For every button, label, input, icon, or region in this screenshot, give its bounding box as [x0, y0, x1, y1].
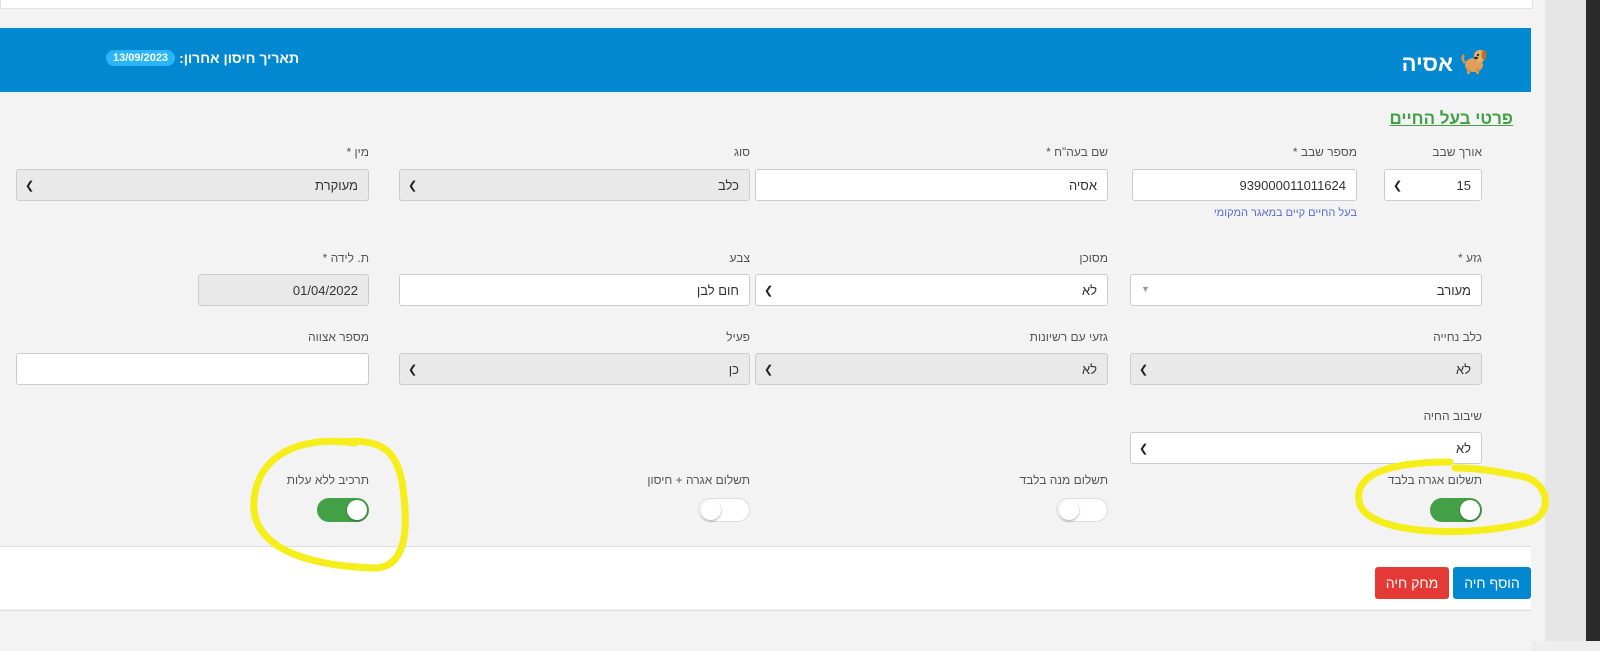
chevron-down-icon: ❯	[764, 285, 774, 297]
section-title[interactable]: פרטי בעל החיים	[1390, 109, 1513, 129]
dose-only-label: תשלום מנה בלבד	[1019, 473, 1109, 487]
chevron-down-icon: ❯	[1139, 364, 1149, 376]
fee-only-toggle[interactable]	[1430, 498, 1482, 522]
last-vaccine-label: תאריך חיסון אחרון:	[179, 50, 300, 66]
next-card	[0, 610, 1531, 651]
pet-name-input[interactable]: אסיה	[755, 169, 1108, 201]
guide-dog-select[interactable]: לא ❯	[1130, 353, 1482, 385]
chevron-down-icon: ❯	[1139, 443, 1149, 455]
color-input[interactable]: חום לבן	[399, 274, 750, 306]
breed-select[interactable]: מעורב ▼	[1130, 274, 1482, 306]
caret-down-icon: ▼	[1141, 284, 1150, 294]
scrollbar-track[interactable]	[1545, 0, 1600, 641]
no-cost-component-label: תרכיב ללא עלות	[286, 473, 369, 487]
chevron-down-icon: ❯	[1393, 180, 1403, 192]
chip-number-input[interactable]: 939000011011624	[1132, 169, 1357, 201]
birth-date-input[interactable]: 01/04/2022	[198, 274, 369, 306]
fee-and-vaccine-label: תשלום אגרה + חיסון	[647, 473, 750, 487]
chevron-down-icon: ❯	[25, 180, 35, 192]
chipping-label: שיבוב החיה	[1423, 409, 1482, 423]
last-vaccine-badge: 13/09/2023	[106, 50, 176, 66]
active-label: פעיל	[726, 330, 750, 344]
licensed-breed-select[interactable]: לא ❯	[755, 353, 1108, 385]
dog-icon	[1459, 46, 1489, 82]
add-pet-button[interactable]: הוסף חיה	[1453, 567, 1531, 599]
type-label: סוג	[733, 145, 750, 159]
dose-only-toggle[interactable]	[1056, 498, 1108, 522]
dangerous-label: מסוכן	[1079, 251, 1108, 265]
chip-number-label: מספר שבב *	[1292, 145, 1357, 159]
sex-select[interactable]: מעוקרת ❯	[16, 169, 369, 201]
chip-length-select[interactable]: 15 ❯	[1384, 169, 1482, 201]
chevron-down-icon: ❯	[408, 364, 418, 376]
toggle-knob	[1059, 500, 1079, 520]
licensed-breed-label: גזעי עם רשיונות	[1029, 330, 1108, 344]
type-select[interactable]: כלב ❯	[399, 169, 750, 201]
sex-label: מין *	[346, 145, 369, 159]
chipping-select[interactable]: לא ❯	[1130, 432, 1482, 464]
actions-footer: הוסף חיה מחק חיה	[0, 547, 1531, 609]
pet-title: אסיה	[1402, 46, 1489, 82]
toggle-knob	[701, 500, 721, 520]
delete-pet-button[interactable]: מחק חיה	[1375, 567, 1449, 599]
fee-only-label: תשלום אגרה בלבד	[1387, 473, 1482, 487]
birth-date-label: ת. לידה *	[322, 251, 369, 265]
no-cost-component-toggle[interactable]	[317, 498, 369, 522]
dangerous-select[interactable]: לא ❯	[755, 274, 1108, 306]
last-vaccine: תאריך חיסון אחרון: 13/09/2023	[106, 50, 299, 66]
window-edge	[1586, 0, 1600, 641]
color-label: צבע	[729, 251, 750, 265]
page: אסיה תאריך חיסון אחרון: 13/09/2023 פרטי …	[0, 0, 1545, 651]
previous-card	[0, 0, 1533, 9]
chevron-down-icon: ❯	[408, 180, 418, 192]
toggle-knob	[347, 500, 367, 520]
pet-header: אסיה תאריך חיסון אחרון: 13/09/2023	[0, 28, 1531, 92]
pet-name-label: שם בעה"ח *	[1046, 145, 1108, 159]
pet-details-card: פרטי בעל החיים אורך שבב מספר שבב * שם בע…	[0, 92, 1531, 547]
pet-name-title: אסיה	[1401, 51, 1453, 76]
chip-length-label: אורך שבב	[1432, 145, 1482, 159]
breed-label: גזע *	[1458, 251, 1482, 265]
fee-and-vaccine-toggle[interactable]	[698, 498, 750, 522]
order-number-label: מספר אצווה	[308, 330, 369, 344]
guide-dog-label: כלב נחייה	[1433, 330, 1482, 344]
chip-exists-hint: בעל החיים קיים במאגר המקומי	[1213, 207, 1357, 219]
chevron-down-icon: ❯	[764, 364, 774, 376]
toggle-knob	[1460, 500, 1480, 520]
order-number-input[interactable]	[16, 353, 369, 385]
active-select[interactable]: כן ❯	[399, 353, 750, 385]
